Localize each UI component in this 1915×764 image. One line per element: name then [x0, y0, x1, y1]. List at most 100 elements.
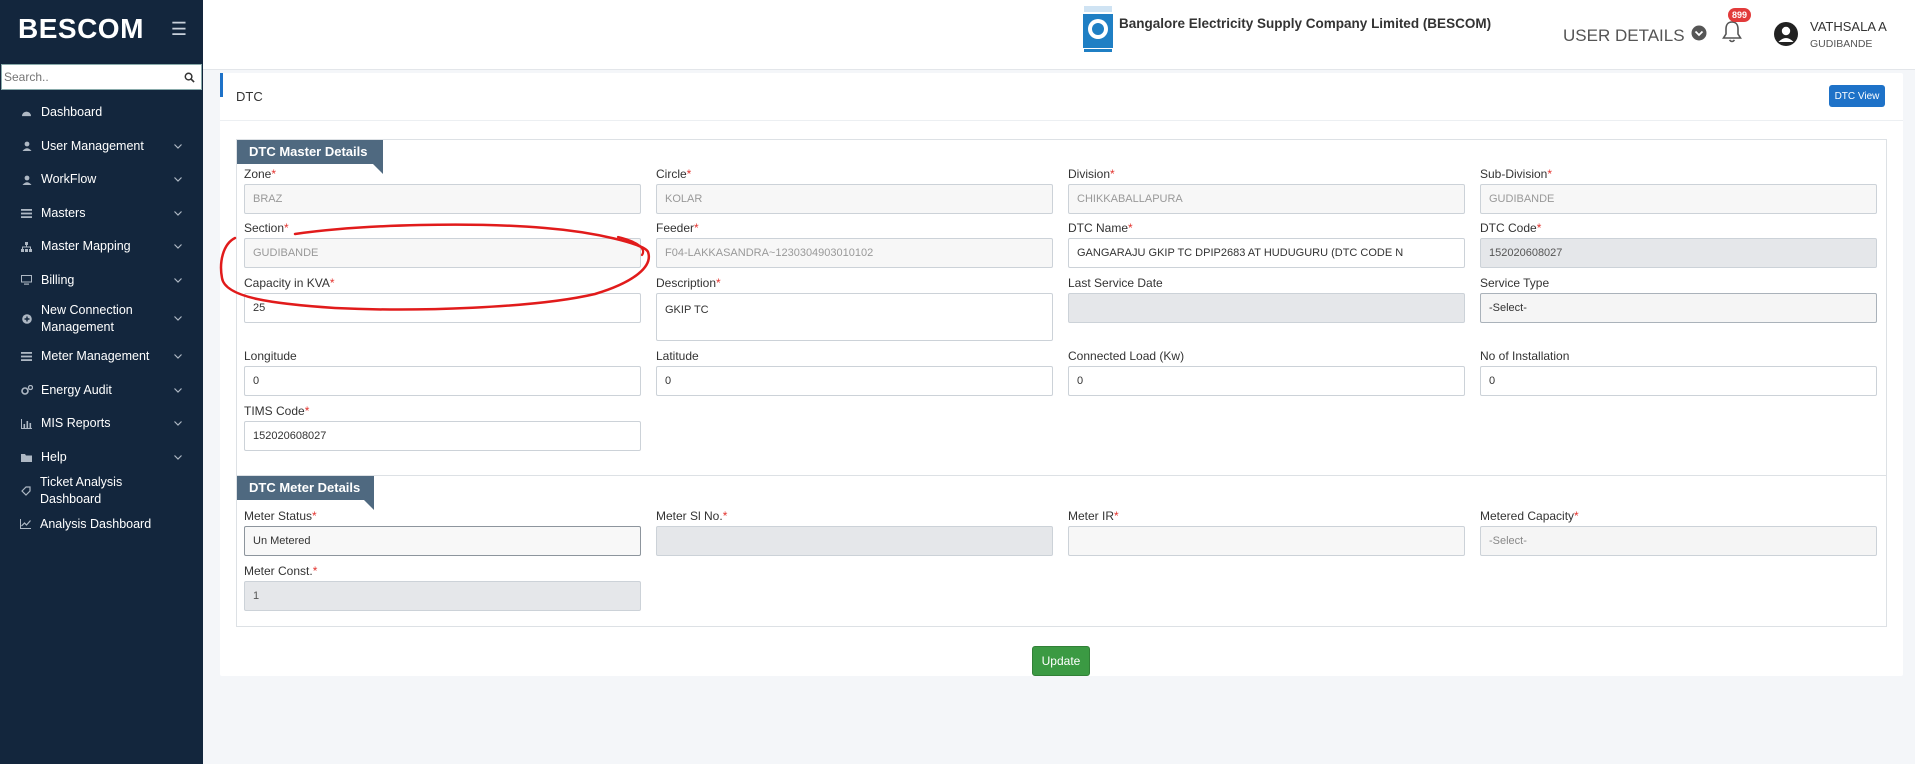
meter-const-input[interactable]: 1: [244, 581, 641, 611]
tims-code-label: TIMS Code: [244, 404, 305, 418]
dtc-card: DTC DTC View DTC Master Details Zone* BR…: [220, 73, 1903, 676]
line-chart-icon: [19, 519, 32, 530]
top-header: Bangalore Electricity Supply Company Lim…: [203, 0, 1915, 70]
brand-bar: BESCOM ☰: [0, 0, 203, 58]
chevron-circle-down-icon: [1691, 25, 1707, 46]
capacity-label: Capacity in KVA: [244, 276, 330, 290]
dashboard-icon: [20, 108, 33, 117]
brand-name: BESCOM: [18, 13, 144, 44]
capacity-field: Capacity in KVA* 25: [244, 276, 641, 323]
sidebar-menu: Dashboard User Management WorkFlow Maste…: [0, 96, 203, 541]
bescom-logo: [1081, 5, 1115, 53]
sidebar-item-billing[interactable]: Billing: [0, 264, 203, 298]
meter-sl-input[interactable]: [656, 526, 1053, 556]
meter-ir-input[interactable]: [1068, 526, 1465, 556]
latitude-input[interactable]: 0: [656, 366, 1053, 396]
user-details-dropdown[interactable]: USER DETAILS: [1563, 25, 1707, 46]
sidebar-item-label: WorkFlow: [41, 172, 97, 187]
page-title: DTC: [236, 89, 263, 104]
sidebar-item-analysis-dashboard[interactable]: Analysis Dashboard: [0, 508, 203, 542]
dtc-meter-section: DTC Meter Details Meter Status* Un Meter…: [236, 475, 1887, 627]
dtc-code-input[interactable]: 152020608027: [1480, 238, 1877, 268]
dtc-code-field: DTC Code* 152020608027: [1480, 221, 1877, 268]
meter-status-select[interactable]: Un Metered: [244, 526, 641, 556]
connected-load-input[interactable]: 0: [1068, 366, 1465, 396]
longitude-input[interactable]: 0: [244, 366, 641, 396]
circle-field: Circle* KOLAR: [656, 167, 1053, 214]
no-installation-field: No of Installation 0: [1480, 349, 1877, 396]
longitude-label: Longitude: [244, 349, 297, 363]
sidebar-search-input[interactable]: [2, 70, 181, 84]
no-installation-input[interactable]: 0: [1480, 366, 1877, 396]
update-button[interactable]: Update: [1032, 646, 1090, 676]
circle-label: Circle: [656, 167, 687, 181]
section-label: Section: [244, 221, 285, 235]
subdivision-label: Sub-Division: [1480, 167, 1548, 181]
meter-sl-label: Meter Sl No.: [656, 509, 723, 523]
user-icon: [20, 175, 33, 185]
feeder-input[interactable]: F04-LAKKASANDRA~1230304903010102: [656, 238, 1053, 268]
sidebar-item-label: Dashboard: [41, 105, 103, 120]
sidebar-item-mis-reports[interactable]: MIS Reports: [0, 407, 203, 441]
dtc-code-label: DTC Code: [1480, 221, 1537, 235]
meter-ir-label: Meter IR: [1068, 509, 1115, 523]
sidebar-item-label: Help: [41, 449, 67, 464]
zone-input[interactable]: BRAZ: [244, 184, 641, 214]
meter-status-label: Meter Status: [244, 509, 313, 523]
chevron-down-icon: [173, 143, 183, 149]
longitude-field: Longitude 0: [244, 349, 641, 396]
sidebar-item-help[interactable]: Help: [0, 441, 203, 475]
chevron-down-icon: [173, 354, 183, 360]
dtc-name-field: DTC Name* GANGARAJU GKIP TC DPIP2683 AT …: [1068, 221, 1465, 268]
dtc-view-button[interactable]: DTC View: [1829, 85, 1885, 107]
last-service-date-field: Last Service Date: [1068, 276, 1465, 323]
sidebar: BESCOM ☰ Dashboard User Management WorkF…: [0, 0, 203, 764]
service-type-field: Service Type -Select-: [1480, 276, 1877, 323]
sidebar-item-master-mapping[interactable]: Master Mapping: [0, 230, 203, 264]
metered-capacity-select[interactable]: -Select-: [1480, 526, 1877, 556]
section-input[interactable]: GUDIBANDE: [244, 238, 641, 268]
dtc-name-input[interactable]: GANGARAJU GKIP TC DPIP2683 AT HUDUGURU (…: [1068, 238, 1465, 268]
notification-count-badge: 899: [1728, 8, 1752, 22]
chevron-down-icon: [173, 277, 183, 283]
sidebar-item-dashboard[interactable]: Dashboard: [0, 96, 203, 130]
dtc-master-legend: DTC Master Details: [237, 140, 383, 164]
service-type-select[interactable]: -Select-: [1480, 293, 1877, 323]
sidebar-item-new-connection-management[interactable]: New Connection Management: [0, 297, 203, 340]
sidebar-item-label: Ticket Analysis Dashboard: [40, 474, 123, 506]
meter-const-field: Meter Const.* 1: [244, 564, 641, 611]
sidebar-item-workflow[interactable]: WorkFlow: [0, 163, 203, 197]
chevron-down-icon: [173, 454, 183, 460]
bell-icon[interactable]: [1721, 20, 1743, 47]
subdivision-field: Sub-Division* GUDIBANDE: [1480, 167, 1877, 214]
user-location: GUDIBANDE: [1810, 38, 1873, 50]
division-input[interactable]: CHIKKABALLAPURA: [1068, 184, 1465, 214]
sidebar-item-label: Master Mapping: [41, 239, 131, 254]
zone-field: Zone* BRAZ: [244, 167, 641, 214]
capacity-input[interactable]: 25: [244, 293, 641, 323]
sidebar-item-ticket-analysis-dashboard[interactable]: Ticket Analysis Dashboard: [0, 474, 203, 508]
list-icon: [20, 208, 33, 218]
metered-capacity-label: Metered Capacity: [1480, 509, 1575, 523]
last-service-date-label: Last Service Date: [1068, 276, 1163, 290]
tims-code-field: TIMS Code* 152020608027: [244, 404, 641, 451]
description-textarea[interactable]: GKIP TC: [656, 293, 1053, 341]
subdivision-input[interactable]: GUDIBANDE: [1480, 184, 1877, 214]
sidebar-item-masters[interactable]: Masters: [0, 197, 203, 231]
sidebar-item-user-management[interactable]: User Management: [0, 130, 203, 164]
chevron-down-icon: [173, 210, 183, 216]
sidebar-item-meter-management[interactable]: Meter Management: [0, 340, 203, 374]
feeder-label: Feeder: [656, 221, 695, 235]
search-icon[interactable]: [181, 72, 197, 83]
dtc-meter-legend: DTC Meter Details: [237, 476, 374, 500]
circle-input[interactable]: KOLAR: [656, 184, 1053, 214]
user-avatar-icon[interactable]: [1773, 21, 1799, 50]
chevron-down-icon: [173, 244, 183, 250]
chevron-down-icon: [173, 421, 183, 427]
sidebar-item-energy-audit[interactable]: Energy Audit: [0, 374, 203, 408]
hamburger-menu-icon[interactable]: ☰: [171, 19, 187, 40]
plus-circle-icon: [20, 313, 33, 324]
metered-capacity-field: Metered Capacity* -Select-: [1480, 509, 1877, 556]
tims-code-input[interactable]: 152020608027: [244, 421, 641, 451]
last-service-date-input[interactable]: [1068, 293, 1465, 323]
